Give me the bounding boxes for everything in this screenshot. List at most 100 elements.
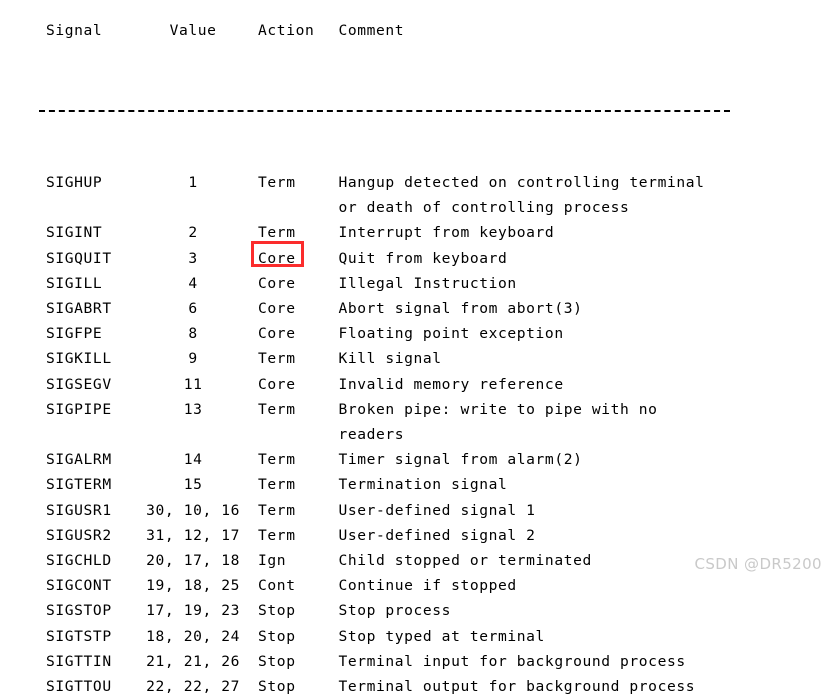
action-highlight-box: Core: [251, 240, 304, 271]
csdn-watermark: CSDN @DR5200: [694, 555, 822, 573]
cell-action: Stop: [258, 602, 296, 620]
cell-signal: SIGUSR1: [46, 501, 112, 519]
cell-signal: SIGHUP: [46, 174, 103, 192]
cell-action: Core: [258, 274, 296, 292]
cell-comment: Terminal output for background process: [338, 678, 696, 696]
cell-action: Term: [258, 451, 296, 469]
table-row: SIGUSR2 31, 12, 17 Term User-defined signal…: [46, 523, 806, 548]
cell-signal: SIGQUIT: [46, 249, 112, 267]
cell-comment: Terminal input for background process: [338, 652, 686, 670]
cell-action: Stop: [258, 627, 296, 645]
cell-value: 20, 17, 18: [146, 552, 241, 570]
cell-signal: SIGCONT: [46, 577, 112, 595]
cell-signal-empty: [46, 422, 146, 447]
cell-value: 22, 22, 27: [146, 678, 241, 696]
table-row: SIGQUIT 3 Core Quit from keyboard: [46, 240, 806, 271]
table-row: SIGTSTP 18, 20, 24 Stop Stop typed at termi…: [46, 624, 806, 649]
table-row: SIGILL 4 Core Illegal Instruction: [46, 271, 806, 296]
cell-value: 17, 19, 23: [146, 602, 241, 620]
document-surface: Signal Value Action Comment SIGHUP 1 Term H…: [0, 0, 836, 695]
cell-signal: SIGSEGV: [46, 375, 112, 393]
cell-value: 1: [188, 174, 198, 192]
cell-signal: SIGTERM: [46, 476, 112, 494]
cell-comment: User-defined signal 2: [338, 526, 536, 544]
cell-action-empty: [258, 195, 338, 220]
cell-comment: Abort signal from abort(3): [338, 300, 583, 318]
cell-signal: SIGALRM: [46, 451, 112, 469]
cell-signal: SIGSTOP: [46, 602, 112, 620]
table-row: SIGSEGV 11 Core Invalid memory reference: [46, 372, 806, 397]
cell-signal: SIGPIPE: [46, 400, 112, 418]
table-row: SIGHUP 1 Term Hangup detected on controllin…: [46, 170, 806, 195]
cell-comment: User-defined signal 1: [338, 501, 536, 519]
cell-signal: SIGTTIN: [46, 652, 112, 670]
cell-action: Term: [258, 501, 296, 519]
table-body: SIGHUP 1 Term Hangup detected on controllin…: [46, 170, 806, 699]
column-header-action: Action: [258, 22, 315, 39]
cell-comment: Timer signal from alarm(2): [338, 451, 583, 469]
table-row: SIGTTOU 22, 22, 27 Stop Terminal output for…: [46, 674, 806, 699]
cell-action: Term: [258, 476, 296, 494]
cell-value: 21, 21, 26: [146, 652, 241, 670]
column-header-comment: Comment: [338, 22, 405, 39]
cell-value-empty: [146, 195, 258, 220]
cell-value: 19, 18, 25: [146, 577, 241, 595]
column-header-value: Value: [169, 22, 217, 39]
cell-action: Core: [258, 325, 296, 343]
header-separator-cell: [39, 51, 806, 170]
cell-signal: SIGINT: [46, 224, 103, 242]
cell-value: 13: [183, 400, 203, 418]
cell-value: 30, 10, 16: [146, 501, 241, 519]
cell-action: Term: [258, 224, 296, 242]
cell-action: Stop: [258, 652, 296, 670]
table-row: SIGTERM 15 Term Termination signal: [46, 472, 806, 497]
cell-value: 3: [188, 249, 198, 267]
column-header-signal: Signal: [46, 22, 103, 39]
cell-action: Term: [258, 526, 296, 544]
table-row: SIGCHLD 20, 17, 18 Ign Child stopped or ter…: [46, 548, 806, 573]
table-row: SIGABRT 6 Core Abort signal from abort(3): [46, 296, 806, 321]
table-row: SIGINT 2 Term Interrupt from keyboard: [46, 220, 806, 245]
cell-value: 2: [188, 224, 198, 242]
cell-value-empty: [146, 422, 258, 447]
cell-comment: Stop typed at terminal: [338, 627, 545, 645]
table-row: SIGFPE 8 Core Floating point exception: [46, 321, 806, 346]
cell-value: 4: [188, 274, 198, 292]
table-row: SIGSTOP 17, 19, 23 Stop Stop process: [46, 598, 806, 623]
table-row: SIGCONT 19, 18, 25 Cont Continue if stopped: [46, 573, 806, 598]
table-header: Signal Value Action Comment: [39, 18, 806, 170]
table-row: SIGTTIN 21, 21, 26 Stop Terminal input for …: [46, 649, 806, 674]
cell-value: 14: [183, 451, 203, 469]
cell-value: 6: [188, 300, 198, 318]
cell-action: Cont: [258, 577, 296, 595]
cell-action: Term: [258, 174, 296, 192]
table-row: SIGUSR1 30, 10, 16 Term User-defined signal…: [46, 498, 806, 523]
cell-signal-empty: [46, 195, 146, 220]
table-row: SIGPIPE 13 Term Broken pipe: write to pipe …: [46, 397, 806, 422]
cell-signal: SIGUSR2: [46, 526, 112, 544]
cell-comment: Interrupt from keyboard: [338, 224, 555, 242]
cell-signal: SIGFPE: [46, 325, 103, 343]
table-row: SIGKILL 9 Term Kill signal: [46, 346, 806, 371]
cell-action: Core: [258, 300, 296, 318]
cell-signal: SIGKILL: [46, 350, 112, 368]
cell-value: 15: [183, 476, 203, 494]
cell-comment: Kill signal: [338, 350, 442, 368]
cell-comment: Invalid memory reference: [338, 375, 564, 393]
cell-comment: Hangup detected on controlling terminal: [338, 174, 705, 192]
cell-signal: SIGTSTP: [46, 627, 112, 645]
cell-action: Term: [258, 350, 296, 368]
cell-action-empty: [258, 422, 338, 447]
cell-comment: Stop process: [338, 602, 452, 620]
dashed-separator-line: [39, 102, 806, 120]
cell-comment: Illegal Instruction: [338, 274, 517, 292]
cell-signal: SIGILL: [46, 274, 103, 292]
signal-reference-table: Signal Value Action Comment SIGHUP 1 Term H…: [39, 18, 806, 699]
cell-value: 11: [183, 375, 203, 393]
cell-comment: Termination signal: [338, 476, 508, 494]
cell-signal: SIGTTOU: [46, 678, 112, 696]
cell-action: Core: [251, 240, 338, 271]
cell-value: 31, 12, 17: [146, 526, 241, 544]
cell-signal: SIGABRT: [46, 300, 112, 318]
cell-action: Stop: [258, 678, 296, 696]
